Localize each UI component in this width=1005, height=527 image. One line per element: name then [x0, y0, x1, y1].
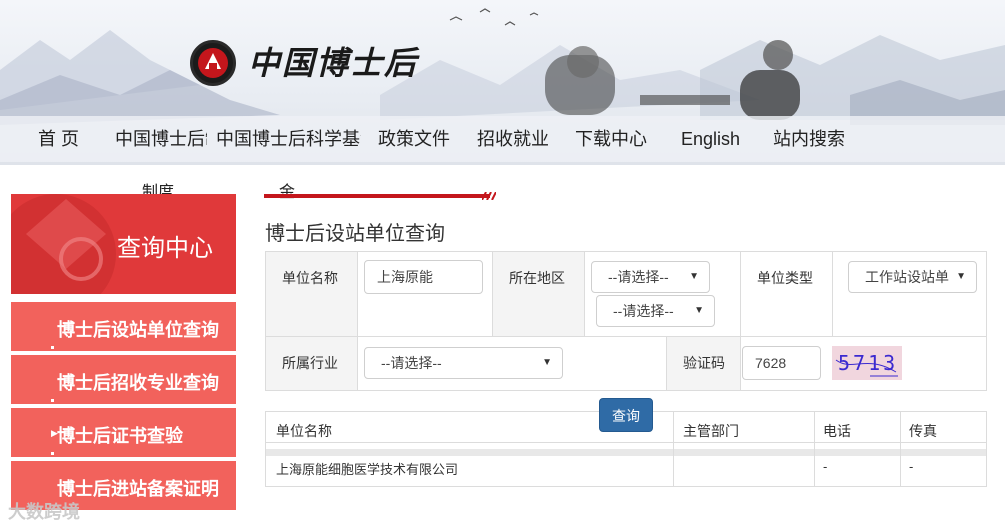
nav-policy[interactable]: 政策文件	[378, 116, 450, 162]
sidebar-item-station-query[interactable]: 博士后设站单位查询	[11, 302, 236, 353]
bullet-icon	[51, 346, 54, 349]
industry-select[interactable]: --请选择-- ▼	[364, 347, 563, 379]
col-divider	[673, 412, 674, 486]
results-spacer	[266, 449, 986, 456]
region-city-select[interactable]: --请选择-- ▼	[596, 295, 715, 327]
col-header-dept: 主管部门	[683, 423, 739, 439]
sidebar-item-major-query[interactable]: 博士后招收专业查询	[11, 355, 236, 406]
result-fax: -	[909, 459, 914, 474]
nav-home[interactable]: 首 页	[38, 116, 79, 162]
result-phone: -	[823, 459, 828, 474]
caret-down-icon: ▼	[956, 271, 966, 282]
col-divider	[814, 412, 815, 486]
captcha-image-text: 5713	[838, 351, 898, 375]
unit-name-label: 单位名称	[282, 270, 338, 286]
sidebar-title: 查询中心	[117, 235, 213, 262]
unit-name-input[interactable]: 上海原能	[364, 260, 483, 294]
bullet-icon	[51, 399, 54, 402]
col-header-unit: 单位名称	[276, 423, 332, 439]
region-province-select[interactable]: --请选择-- ▼	[591, 261, 710, 293]
unit-type-label: 单位类型	[757, 270, 813, 286]
sidebar-item-certificate[interactable]: ▶ 博士后证书查验	[11, 408, 236, 459]
region-label-cell: 所在地区	[493, 252, 585, 337]
main-nav: 首 页 中国博士后制度 中国博士后科学基金 政策文件 招收就业 下载中心 Eng…	[0, 116, 1005, 162]
bullet-icon	[51, 452, 54, 455]
sidebar-header: 查询中心	[11, 194, 236, 294]
industry-label: 所属行业	[282, 355, 338, 371]
page-title: 博士后设站单位查询	[265, 223, 445, 245]
caret-down-icon: ▼	[689, 271, 699, 282]
region-province-value: --请选择--	[608, 269, 669, 285]
industry-value: --请选择--	[381, 355, 442, 371]
unit-type-select[interactable]: 工作站设站单 ▼	[848, 261, 977, 293]
captcha-label-cell: 验证码	[667, 337, 741, 390]
nav-wrap-fund[interactable]: 金	[279, 178, 295, 202]
results-divider	[266, 442, 986, 443]
site-name: 中国博士后	[248, 44, 419, 82]
unit-name-label-cell: 单位名称	[266, 252, 358, 337]
captcha-label: 验证码	[683, 355, 725, 371]
unit-type-value: 工作站设站单	[865, 269, 949, 285]
header-banner: 中国博士后 首 页 中国博士后制度 中国博士后科学基金 政策文件 招收就业 下载…	[0, 0, 1005, 165]
caret-down-icon: ▼	[542, 357, 552, 368]
nav-site-search[interactable]: 站内搜索	[773, 116, 845, 162]
sidebar-item-label: 博士后招收专业查询	[57, 373, 219, 393]
nav-science-fund[interactable]: 中国博士后科学基金	[216, 116, 361, 162]
nav-english[interactable]: English	[681, 116, 740, 162]
region-label: 所在地区	[509, 270, 565, 286]
captcha-image[interactable]: 5713	[832, 346, 902, 380]
captcha-input[interactable]: 7628	[742, 346, 821, 380]
col-header-fax: 传真	[909, 423, 937, 439]
result-unit-name[interactable]: 上海原能细胞医学技术有限公司	[276, 459, 458, 478]
nav-recruitment[interactable]: 招收就业	[477, 116, 549, 162]
col-divider	[900, 412, 901, 486]
nav-postdoc-system[interactable]: 中国博士后制度	[115, 116, 207, 162]
site-logo[interactable]	[190, 40, 236, 86]
sidebar-item-label: 博士后进站备案证明	[57, 479, 219, 499]
underline-stripes	[482, 192, 496, 200]
caret-down-icon: ▼	[694, 305, 704, 316]
nav-download[interactable]: 下载中心	[575, 116, 647, 162]
sidebar-item-label: 博士后设站单位查询	[57, 320, 219, 340]
section-underline	[264, 194, 490, 198]
col-header-phone: 电话	[823, 423, 851, 439]
unit-type-label-cell: 单位类型	[741, 252, 833, 337]
region-city-value: --请选择--	[613, 303, 674, 319]
query-button[interactable]: 查询	[599, 398, 653, 432]
sidebar-item-label: 博士后证书查验	[57, 426, 183, 446]
watermark: 大数跨境	[8, 502, 80, 522]
industry-label-cell: 所属行业	[266, 337, 358, 390]
